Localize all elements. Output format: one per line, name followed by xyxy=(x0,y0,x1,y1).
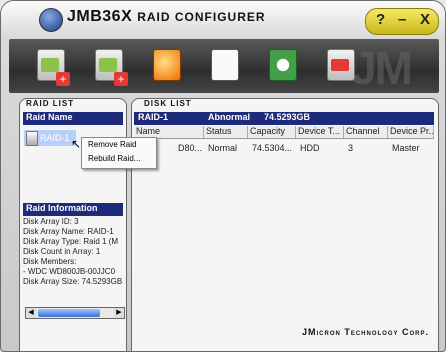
disk-status-cell: Normal xyxy=(208,143,238,153)
help-button[interactable]: ? xyxy=(376,11,385,28)
app-window: JMB36X RAID CONFIGURER ? – X JM RA xyxy=(0,0,446,352)
disk-channel-cell: 3 xyxy=(348,143,354,153)
raid-list-item-label: RAID-1 xyxy=(40,133,70,143)
group-size: 74.5293GB xyxy=(264,112,311,122)
raid-list-item[interactable]: RAID-1 xyxy=(24,130,76,146)
raid-disk-icon xyxy=(26,131,38,146)
disk-device-pr-cell: Master xyxy=(392,143,420,153)
raid-info-scrollbar[interactable]: ◀ ▶ xyxy=(25,307,125,319)
window-controls: ? – X xyxy=(365,8,439,35)
create-raid-icon xyxy=(37,49,70,86)
column-header-status[interactable]: Status xyxy=(204,126,248,138)
app-title: JMB36X RAID CONFIGURER xyxy=(67,8,266,26)
refresh-button[interactable] xyxy=(265,47,301,83)
disk-list-group-row[interactable]: RAID-1 Abnormal 74.5293GB xyxy=(134,112,434,125)
column-header-capacity[interactable]: Capacity xyxy=(248,126,296,138)
delete-raid-button[interactable] xyxy=(323,47,359,83)
menu-item-rebuild-raid[interactable]: Rebuild Raid... xyxy=(82,152,156,166)
refresh-icon xyxy=(269,49,297,81)
raid-info-line: Disk Array ID: 3 xyxy=(23,217,79,226)
create-raid-button[interactable] xyxy=(33,47,70,86)
app-subtitle: RAID CONFIGURER xyxy=(137,10,266,24)
raid-name-header: Raid Name xyxy=(23,112,123,125)
company-footer: JMicron Technology Corp. xyxy=(301,327,429,337)
disk-list-column-headers: Name Status Capacity Device T... Channel… xyxy=(134,126,434,139)
delete-raid-icon xyxy=(327,49,355,81)
column-header-device-type[interactable]: Device T... xyxy=(296,126,344,138)
document-icon xyxy=(211,49,239,81)
menu-item-remove-raid[interactable]: Remove Raid xyxy=(82,138,156,152)
group-raid-name: RAID-1 xyxy=(138,112,169,122)
add-disk-button[interactable] xyxy=(91,47,128,86)
toolbar-watermark: JM xyxy=(351,42,413,93)
raid-info-line: Disk Array Size: 74.5293GB xyxy=(23,277,123,286)
raid-list-title: RAID LIST xyxy=(26,99,75,108)
disk-name-cell: D80... xyxy=(178,143,203,153)
scroll-right-arrow-icon[interactable]: ▶ xyxy=(114,308,124,318)
toolbar: JM xyxy=(9,39,439,93)
raid-info-line: Disk Members: xyxy=(23,257,77,266)
close-button[interactable]: X xyxy=(420,11,430,28)
table-row[interactable]: D80... Normal 74.5304... HDD 3 Master xyxy=(134,141,434,155)
raid-info-line: - WDC WD800JB-00JJC0 xyxy=(23,267,116,276)
raid-info-line: Disk Count in Array: 1 xyxy=(23,247,101,256)
title-bar: JMB36X RAID CONFIGURER ? – X xyxy=(1,1,445,39)
disk-list-panel: DISK LIST RAID-1 Abnormal 74.5293GB Name… xyxy=(131,98,439,351)
mouse-cursor-icon: ↖ xyxy=(71,137,82,151)
rebuild-raid-button[interactable] xyxy=(149,47,185,83)
disk-device-type-cell: HDD xyxy=(300,143,320,153)
rebuild-icon xyxy=(153,49,181,81)
column-header-channel[interactable]: Channel xyxy=(344,126,388,138)
raid-info-line: Disk Array Name: RAID-1 xyxy=(23,227,114,236)
group-status: Abnormal xyxy=(208,112,251,122)
app-name: JMB36X xyxy=(67,8,133,25)
properties-button[interactable] xyxy=(207,47,243,83)
add-disk-icon xyxy=(95,49,128,86)
disk-capacity-cell: 74.5304... xyxy=(252,143,293,153)
raid-info-content: Disk Array ID: 3 Disk Array Name: RAID-1… xyxy=(23,217,123,287)
raid-context-menu: Remove Raid Rebuild Raid... xyxy=(81,137,157,169)
scrollbar-thumb[interactable] xyxy=(38,309,100,317)
raid-info-header: Raid Information xyxy=(23,203,123,216)
minimize-button[interactable]: – xyxy=(398,11,406,28)
column-header-device-pr[interactable]: Device Pr... xyxy=(388,126,434,138)
raid-info-line: Disk Array Type: Raid 1 (M xyxy=(23,237,118,246)
disk-list-title: DISK LIST xyxy=(144,99,192,108)
scroll-left-arrow-icon[interactable]: ◀ xyxy=(26,308,36,318)
jmicron-logo-icon xyxy=(39,8,63,32)
